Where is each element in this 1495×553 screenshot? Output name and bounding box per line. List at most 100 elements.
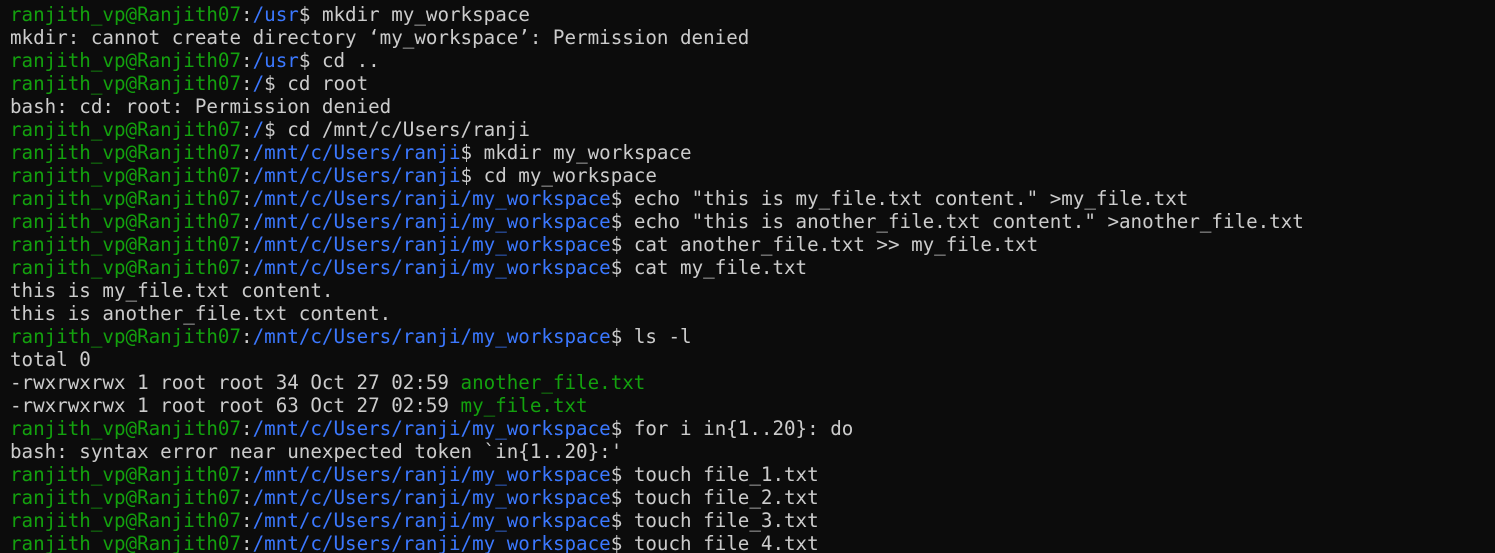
output-text: bash: syntax error near unexpected token…	[10, 440, 623, 463]
prompt-separator: :	[241, 187, 253, 210]
prompt-separator: :	[241, 49, 253, 72]
prompt-line: ranjith_vp@Ranjith07:/mnt/c/Users/ranji/…	[10, 210, 1495, 233]
command-text: cat my_file.txt	[633, 256, 808, 279]
prompt-dollar: $	[610, 532, 634, 553]
prompt-line: ranjith_vp@Ranjith07:/mnt/c/Users/ranji/…	[10, 256, 1495, 279]
command-text: for i in{1..20}: do	[633, 417, 854, 440]
output-line: bash: cd: root: Permission denied	[10, 95, 1495, 118]
prompt-path: /mnt/c/Users/ranji	[252, 164, 461, 187]
ls-entry-filename: my_file.txt	[460, 394, 588, 417]
prompt-separator: :	[241, 509, 253, 532]
prompt-line: ranjith_vp@Ranjith07:/mnt/c/Users/ranji/…	[10, 509, 1495, 532]
ls-entry-details: -rwxrwxrwx 1 root root 34 Oct 27 02:59	[10, 371, 461, 394]
prompt-dollar: $	[610, 233, 634, 256]
ls-entry-line: -rwxrwxrwx 1 root root 34 Oct 27 02:59 a…	[10, 371, 1495, 394]
prompt-dollar: $	[610, 509, 634, 532]
prompt-line: ranjith_vp@Ranjith07:/mnt/c/Users/ranji/…	[10, 463, 1495, 486]
output-text: bash: cd: root: Permission denied	[10, 95, 392, 118]
prompt-line: ranjith_vp@Ranjith07:/mnt/c/Users/ranji/…	[10, 417, 1495, 440]
command-text: cd /mnt/c/Users/ranji	[287, 118, 530, 141]
prompt-separator: :	[241, 3, 253, 26]
output-line: mkdir: cannot create directory ‘my_works…	[10, 26, 1495, 49]
prompt-line: ranjith_vp@Ranjith07:/usr$ mkdir my_work…	[10, 3, 1495, 26]
command-text: echo "this is my_file.txt content." >my_…	[633, 187, 1189, 210]
output-text: this is another_file.txt content.	[10, 302, 392, 325]
prompt-path: /mnt/c/Users/ranji/my_workspace	[252, 187, 611, 210]
prompt-user-host: ranjith_vp@Ranjith07	[10, 164, 242, 187]
output-text: this is my_file.txt content.	[10, 279, 334, 302]
prompt-dollar: $	[460, 141, 484, 164]
command-text: cat another_file.txt >> my_file.txt	[633, 233, 1039, 256]
output-line: this is my_file.txt content.	[10, 279, 1495, 302]
prompt-dollar: $	[610, 325, 634, 348]
prompt-path: /mnt/c/Users/ranji/my_workspace	[252, 532, 611, 553]
command-text: touch file_1.txt	[633, 463, 819, 486]
prompt-separator: :	[241, 532, 253, 553]
prompt-line: ranjith_vp@Ranjith07:/usr$ cd ..	[10, 49, 1495, 72]
prompt-dollar: $	[460, 164, 484, 187]
ls-entry-line: -rwxrwxrwx 1 root root 63 Oct 27 02:59 m…	[10, 394, 1495, 417]
prompt-path: /mnt/c/Users/ranji/my_workspace	[252, 325, 611, 348]
ls-entry-details: -rwxrwxrwx 1 root root 63 Oct 27 02:59	[10, 394, 461, 417]
prompt-separator: :	[241, 118, 253, 141]
prompt-user-host: ranjith_vp@Ranjith07	[10, 486, 242, 509]
prompt-user-host: ranjith_vp@Ranjith07	[10, 118, 242, 141]
prompt-dollar: $	[298, 49, 322, 72]
prompt-path: /mnt/c/Users/ranji	[252, 141, 461, 164]
prompt-path: /	[252, 72, 265, 95]
output-line: this is another_file.txt content.	[10, 302, 1495, 325]
prompt-line: ranjith_vp@Ranjith07:/$ cd root	[10, 72, 1495, 95]
prompt-separator: :	[241, 164, 253, 187]
prompt-user-host: ranjith_vp@Ranjith07	[10, 532, 242, 553]
prompt-line: ranjith_vp@Ranjith07:/$ cd /mnt/c/Users/…	[10, 118, 1495, 141]
prompt-separator: :	[241, 486, 253, 509]
prompt-line: ranjith_vp@Ranjith07:/mnt/c/Users/ranji/…	[10, 532, 1495, 553]
command-text: echo "this is another_file.txt content."…	[633, 210, 1304, 233]
prompt-separator: :	[241, 233, 253, 256]
prompt-path: /usr	[252, 49, 299, 72]
prompt-path: /mnt/c/Users/ranji/my_workspace	[252, 486, 611, 509]
prompt-line: ranjith_vp@Ranjith07:/mnt/c/Users/ranji/…	[10, 233, 1495, 256]
command-text: touch file_3.txt	[633, 509, 819, 532]
command-text: mkdir my_workspace	[483, 141, 692, 164]
prompt-user-host: ranjith_vp@Ranjith07	[10, 509, 242, 532]
prompt-path: /mnt/c/Users/ranji/my_workspace	[252, 417, 611, 440]
prompt-path: /mnt/c/Users/ranji/my_workspace	[252, 233, 611, 256]
prompt-dollar: $	[610, 187, 634, 210]
terminal-window[interactable]: ranjith_vp@Ranjith07:/usr$ mkdir my_work…	[0, 0, 1495, 553]
terminal-output: ranjith_vp@Ranjith07:/usr$ mkdir my_work…	[10, 3, 1495, 553]
prompt-separator: :	[241, 210, 253, 233]
prompt-user-host: ranjith_vp@Ranjith07	[10, 187, 242, 210]
prompt-path: /mnt/c/Users/ranji/my_workspace	[252, 210, 611, 233]
output-line: bash: syntax error near unexpected token…	[10, 440, 1495, 463]
prompt-separator: :	[241, 141, 253, 164]
prompt-dollar: $	[264, 118, 288, 141]
prompt-user-host: ranjith_vp@Ranjith07	[10, 463, 242, 486]
prompt-path: /mnt/c/Users/ranji/my_workspace	[252, 256, 611, 279]
command-text: cd ..	[321, 49, 380, 72]
command-text: touch file_4.txt	[633, 532, 819, 553]
prompt-dollar: $	[298, 3, 322, 26]
prompt-user-host: ranjith_vp@Ranjith07	[10, 417, 242, 440]
prompt-user-host: ranjith_vp@Ranjith07	[10, 210, 242, 233]
output-line: total 0	[10, 348, 1495, 371]
prompt-user-host: ranjith_vp@Ranjith07	[10, 72, 242, 95]
prompt-dollar: $	[610, 256, 634, 279]
prompt-path: /mnt/c/Users/ranji/my_workspace	[252, 463, 611, 486]
prompt-user-host: ranjith_vp@Ranjith07	[10, 3, 242, 26]
prompt-user-host: ranjith_vp@Ranjith07	[10, 49, 242, 72]
prompt-user-host: ranjith_vp@Ranjith07	[10, 233, 242, 256]
command-text: cd root	[287, 72, 369, 95]
command-text: mkdir my_workspace	[321, 3, 530, 26]
prompt-line: ranjith_vp@Ranjith07:/mnt/c/Users/ranji$…	[10, 164, 1495, 187]
prompt-dollar: $	[610, 210, 634, 233]
output-text: total 0	[10, 348, 91, 371]
prompt-user-host: ranjith_vp@Ranjith07	[10, 325, 242, 348]
command-text: touch file_2.txt	[633, 486, 819, 509]
prompt-dollar: $	[610, 463, 634, 486]
prompt-path: /	[252, 118, 265, 141]
prompt-separator: :	[241, 417, 253, 440]
ls-entry-filename: another_file.txt	[460, 371, 646, 394]
prompt-line: ranjith_vp@Ranjith07:/mnt/c/Users/ranji/…	[10, 486, 1495, 509]
prompt-dollar: $	[610, 417, 634, 440]
